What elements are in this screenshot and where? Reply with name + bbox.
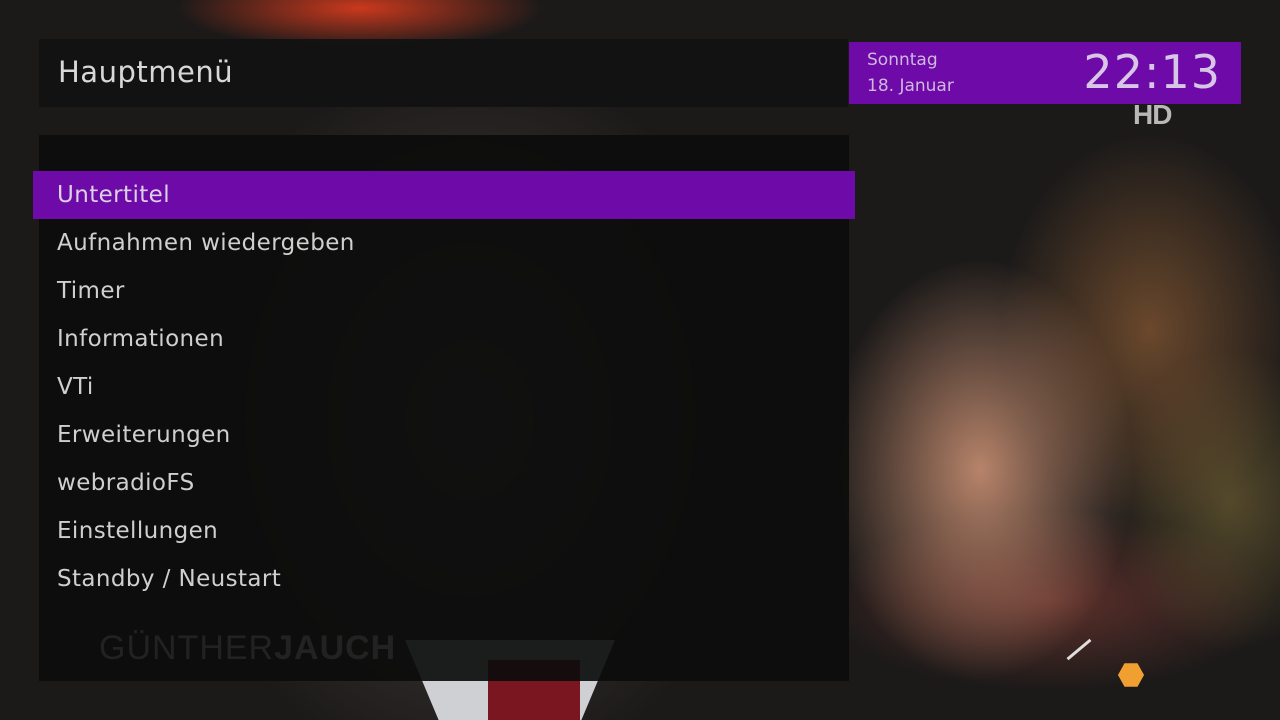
clock-panel: Sonntag 18. Januar 22:13 bbox=[849, 42, 1241, 104]
clock-date: 18. Januar bbox=[867, 76, 954, 96]
menu-item-informationen[interactable]: Informationen bbox=[57, 315, 224, 363]
menu-item-timer[interactable]: Timer bbox=[57, 267, 125, 315]
menu-item-standby-neustart[interactable]: Standby / Neustart bbox=[57, 555, 281, 603]
menu-item-vti[interactable]: VTi bbox=[57, 363, 94, 411]
clock-time: 22:13 bbox=[1083, 45, 1221, 99]
menu-item-einstellungen[interactable]: Einstellungen bbox=[57, 507, 218, 555]
menu-item-aufnahmen-wiedergeben[interactable]: Aufnahmen wiedergeben bbox=[57, 219, 355, 267]
menu-header: Hauptmenü bbox=[39, 39, 848, 107]
hd-badge: HD bbox=[1133, 99, 1172, 130]
page-title: Hauptmenü bbox=[58, 55, 234, 89]
menu-item-untertitel[interactable]: Untertitel bbox=[57, 171, 170, 219]
menu-item-webradiofs[interactable]: webradioFS bbox=[57, 459, 195, 507]
tv-screen: Hauptmenü Sonntag 18. Januar 22:13 HD GÜ… bbox=[0, 0, 1280, 720]
menu-item-erweiterungen[interactable]: Erweiterungen bbox=[57, 411, 231, 459]
program-watermark: GÜNTHERJAUCH bbox=[99, 629, 397, 667]
clock-day: Sonntag bbox=[867, 50, 938, 70]
